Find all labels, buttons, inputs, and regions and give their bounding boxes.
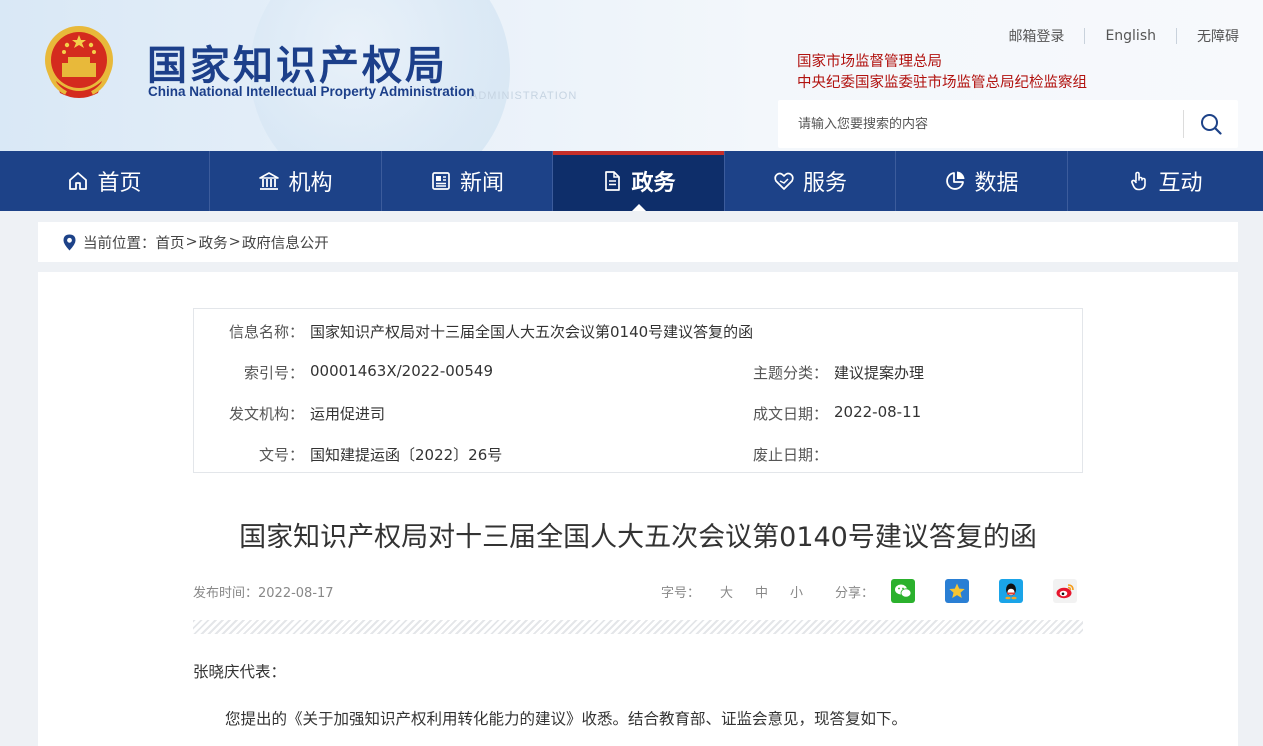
info-date-label: 成文日期：	[752, 405, 828, 423]
english-link[interactable]: English	[1105, 28, 1156, 44]
nav-label: 机构	[288, 171, 333, 196]
service-icon	[774, 172, 794, 190]
font-size-label: 字号：	[661, 586, 701, 601]
nav-item-home[interactable]: 首页	[0, 151, 210, 211]
nav-label: 新闻	[459, 171, 504, 196]
info-index-label: 索引号：	[243, 364, 304, 382]
info-docno-label: 文号：	[258, 446, 304, 464]
info-name-value: 国家知识产权局对十三届全国人大五次会议第0140号建议答复的函	[310, 323, 754, 341]
nav-item-government-affairs[interactable]: 政务	[553, 151, 725, 211]
nav-label: 政务	[631, 171, 676, 196]
agency-link-discipline[interactable]: 中央纪委国家监委驻市场监管总局纪检监察组	[797, 71, 1087, 92]
info-row-index: 索引号： 00001463X/2022-00549 主题分类： 建议提案办理	[194, 362, 1082, 382]
institution-icon	[259, 172, 280, 190]
info-row-issuer: 发文机构： 运用促进司 成文日期： 2022-08-11	[194, 403, 1082, 423]
document-icon	[605, 171, 621, 191]
breadcrumb-government-affairs[interactable]: 政务	[199, 232, 228, 253]
publish-date: 2022-08-17	[258, 586, 334, 601]
share-label: 分享：	[835, 586, 875, 601]
site-title-en[interactable]: China National Intellectual Property Adm…	[148, 84, 475, 99]
nav-label: 首页	[97, 171, 142, 196]
nav-item-news[interactable]: 新闻	[382, 151, 553, 211]
search-button[interactable]	[1184, 100, 1238, 148]
pie-chart-icon	[946, 171, 965, 190]
info-topic-label: 主题分类：	[752, 364, 828, 382]
search-input[interactable]	[778, 100, 1183, 148]
publish-label: 发布时间：	[193, 586, 259, 601]
breadcrumb-info-disclosure[interactable]: 政府信息公开	[242, 232, 329, 253]
font-size-large[interactable]: 大	[720, 582, 733, 601]
nav-label: 互动	[1158, 171, 1203, 196]
breadcrumb-home[interactable]: 首页	[156, 232, 185, 253]
site-title-cn[interactable]: 国家知识产权局	[147, 33, 448, 91]
breadcrumb-prefix: 当前位置：	[83, 235, 156, 252]
agency-link-samr[interactable]: 国家市场监督管理总局	[797, 50, 942, 71]
nav-item-interaction[interactable]: 互动	[1068, 151, 1263, 211]
info-expire-label: 废止日期：	[752, 446, 828, 464]
breadcrumb-separator: >	[228, 234, 241, 250]
article-meta: 发布时间：2022-08-17 字号： 大 中 小 分享：	[193, 579, 1083, 606]
article-paragraph: 您提出的《关于加强知识产权利用转化能力的建议》收悉。结合教育部、证监会意见，现答…	[225, 710, 908, 728]
nav-item-institution[interactable]: 机构	[210, 151, 382, 211]
info-issuer-value: 运用促进司	[310, 405, 386, 423]
mail-login-link[interactable]: 邮箱登录	[1008, 26, 1064, 46]
breadcrumb: 当前位置： 首页 > 政务 > 政府信息公开	[38, 222, 1238, 262]
decorative-divider	[193, 620, 1083, 634]
info-row-docno: 文号： 国知建提运函〔2022〕26号 废止日期：	[194, 444, 1082, 464]
nav-label: 服务	[802, 171, 847, 196]
info-docno-value: 国知建提运函〔2022〕26号	[310, 446, 503, 464]
document-info-table: 信息名称： 国家知识产权局对十三届全国人大五次会议第0140号建议答复的函 索引…	[193, 308, 1083, 473]
font-size-medium[interactable]: 中	[755, 582, 768, 601]
nav-item-service[interactable]: 服务	[725, 151, 896, 211]
site-header: ADMINISTRATION 国家知识产权局 China National In…	[0, 0, 1263, 151]
qzone-icon[interactable]	[945, 579, 969, 603]
qq-icon[interactable]	[999, 579, 1023, 603]
news-icon	[432, 172, 450, 190]
nav-item-data[interactable]: 数据	[896, 151, 1068, 211]
top-links-divider	[1084, 28, 1086, 44]
header-watermark: ADMINISTRATION	[470, 90, 578, 102]
home-icon	[69, 172, 88, 190]
breadcrumb-separator: >	[185, 234, 198, 250]
top-links: 邮箱登录 English 无障碍	[1008, 26, 1239, 46]
wechat-icon[interactable]	[891, 579, 915, 603]
font-size-small[interactable]: 小	[790, 582, 803, 601]
article-panel: 信息名称： 国家知识产权局对十三届全国人大五次会议第0140号建议答复的函 索引…	[38, 272, 1238, 746]
info-index-value: 00001463X/2022-00549	[310, 362, 493, 380]
publish-time: 发布时间：2022-08-17	[193, 582, 334, 601]
info-name-label: 信息名称：	[228, 323, 304, 341]
info-date-value: 2022-08-11	[834, 403, 922, 421]
article-salutation: 张晓庆代表：	[193, 663, 287, 681]
weibo-icon[interactable]	[1053, 579, 1077, 603]
font-size-switcher: 字号： 大 中 小	[661, 582, 825, 601]
top-links-divider	[1176, 28, 1177, 44]
info-row-name: 信息名称： 国家知识产权局对十三届全国人大五次会议第0140号建议答复的函	[194, 321, 1082, 341]
accessibility-link[interactable]: 无障碍	[1197, 26, 1239, 46]
main-nav: 首页 机构 新闻 政务 服务 数据 互动	[0, 151, 1263, 211]
nav-label: 数据	[974, 171, 1019, 196]
location-pin-icon	[63, 234, 76, 251]
search-icon	[1201, 114, 1222, 135]
info-issuer-label: 发文机构：	[228, 405, 304, 423]
article-title: 国家知识产权局对十三届全国人大五次会议第0140号建议答复的函	[239, 522, 1037, 553]
national-emblem-icon[interactable]	[42, 23, 116, 101]
search-box	[778, 100, 1238, 148]
hand-pointer-icon	[1131, 171, 1147, 191]
info-topic-value: 建议提案办理	[834, 364, 925, 382]
